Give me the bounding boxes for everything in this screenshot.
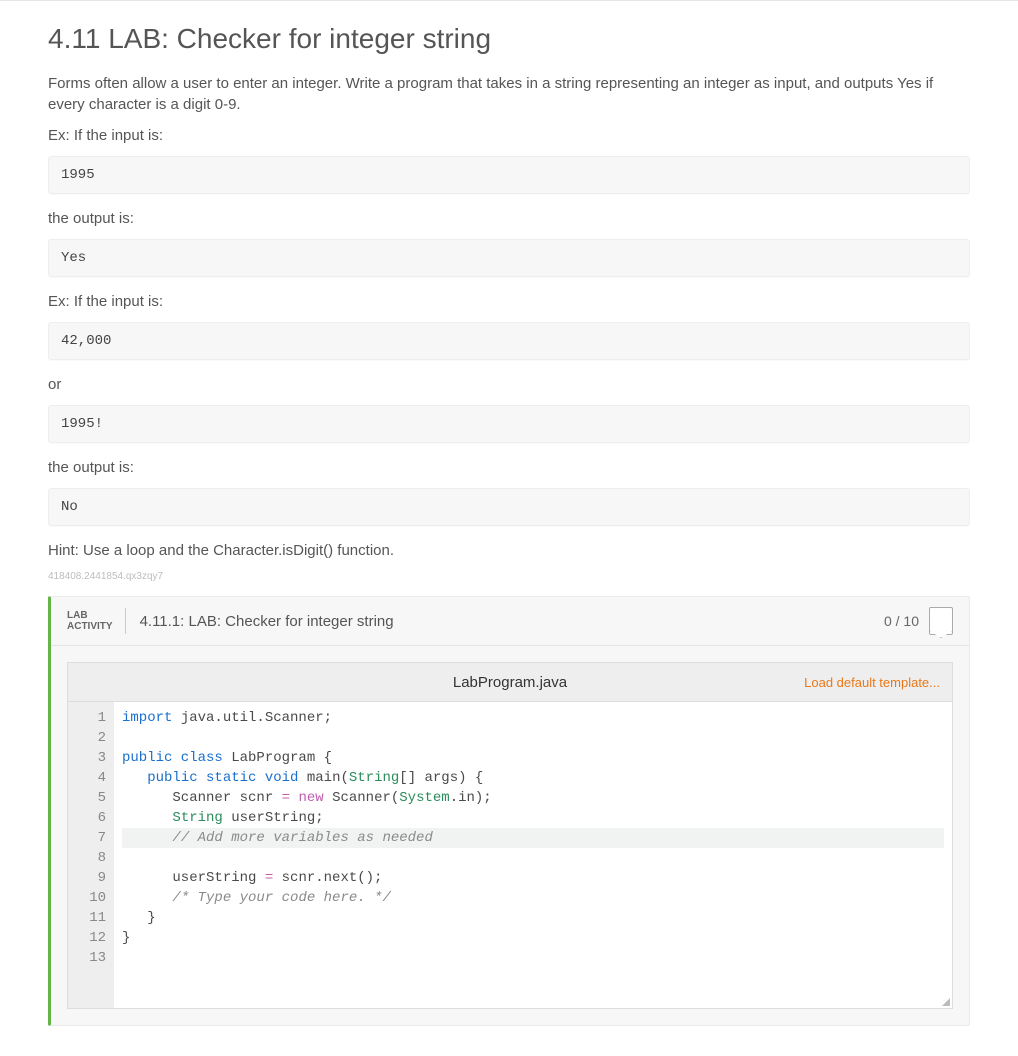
footnote-id: 418408.2441854.qx3zqy7: [48, 571, 970, 582]
editor-container: LabProgram.java Load default template...…: [51, 646, 969, 1025]
lab-header: LAB ACTIVITY 4.11.1: LAB: Checker for in…: [51, 597, 969, 646]
code-line[interactable]: public static void main(String[] args) {: [122, 768, 944, 788]
line-number: 4: [76, 768, 106, 788]
file-tab-bar: LabProgram.java Load default template...: [67, 662, 953, 701]
lab-badge-line2: ACTIVITY: [67, 621, 113, 632]
page-body: 4.11 LAB: Checker for integer string For…: [0, 0, 1018, 1056]
line-number: 9: [76, 868, 106, 888]
output-label: the output is:: [48, 208, 970, 229]
code-line[interactable]: public class LabProgram {: [122, 748, 944, 768]
code-editor[interactable]: 12345678910111213 import java.util.Scann…: [67, 701, 953, 1009]
line-number: 1: [76, 708, 106, 728]
line-number-gutter: 12345678910111213: [68, 702, 114, 1008]
lab-score: 0 / 10: [884, 613, 919, 629]
code-line[interactable]: import java.util.Scanner;: [122, 708, 944, 728]
lab-activity-card: LAB ACTIVITY 4.11.1: LAB: Checker for in…: [48, 596, 970, 1026]
sample-input-1: 1995: [48, 156, 970, 194]
line-number: 11: [76, 908, 106, 928]
load-default-template-link[interactable]: Load default template...: [804, 675, 940, 690]
output-label-2: the output is:: [48, 457, 970, 478]
code-line[interactable]: }: [122, 928, 944, 948]
code-line[interactable]: }: [122, 908, 944, 928]
code-line[interactable]: Scanner scnr = new Scanner(System.in);: [122, 788, 944, 808]
code-line[interactable]: // Add more variables as needed: [122, 828, 944, 848]
line-number: 10: [76, 888, 106, 908]
resize-handle-icon[interactable]: [942, 998, 950, 1006]
code-line[interactable]: [122, 848, 944, 868]
file-name-label: LabProgram.java: [453, 674, 567, 691]
sample-output-1: Yes: [48, 239, 970, 277]
sample-input-3: 1995!: [48, 405, 970, 443]
lab-header-left: LAB ACTIVITY 4.11.1: LAB: Checker for in…: [67, 608, 394, 634]
hint-text: Hint: Use a loop and the Character.isDig…: [48, 540, 970, 561]
lab-badge-line1: LAB: [67, 610, 113, 621]
example-label: Ex: If the input is:: [48, 125, 970, 146]
line-number: 6: [76, 808, 106, 828]
sample-output-2: No: [48, 488, 970, 526]
lab-title: 4.11.1: LAB: Checker for integer string: [140, 613, 394, 630]
lab-header-right: 0 / 10: [884, 607, 953, 635]
line-number: 8: [76, 848, 106, 868]
code-line[interactable]: userString = scnr.next();: [122, 868, 944, 888]
page-title: 4.11 LAB: Checker for integer string: [48, 23, 970, 55]
line-number: 5: [76, 788, 106, 808]
example-label-2: Ex: If the input is:: [48, 291, 970, 312]
bookmark-icon[interactable]: [929, 607, 953, 635]
line-number: 12: [76, 928, 106, 948]
code-line[interactable]: [122, 728, 944, 748]
code-content[interactable]: import java.util.Scanner; public class La…: [114, 702, 952, 1008]
line-number: 7: [76, 828, 106, 848]
line-number: 3: [76, 748, 106, 768]
lab-badge: LAB ACTIVITY: [67, 608, 126, 634]
line-number: 13: [76, 948, 106, 968]
code-line[interactable]: String userString;: [122, 808, 944, 828]
code-line[interactable]: /* Type your code here. */: [122, 888, 944, 908]
sample-input-2: 42,000: [48, 322, 970, 360]
intro-text: Forms often allow a user to enter an int…: [48, 73, 970, 115]
code-line[interactable]: [122, 948, 944, 968]
or-label: or: [48, 374, 970, 395]
line-number: 2: [76, 728, 106, 748]
